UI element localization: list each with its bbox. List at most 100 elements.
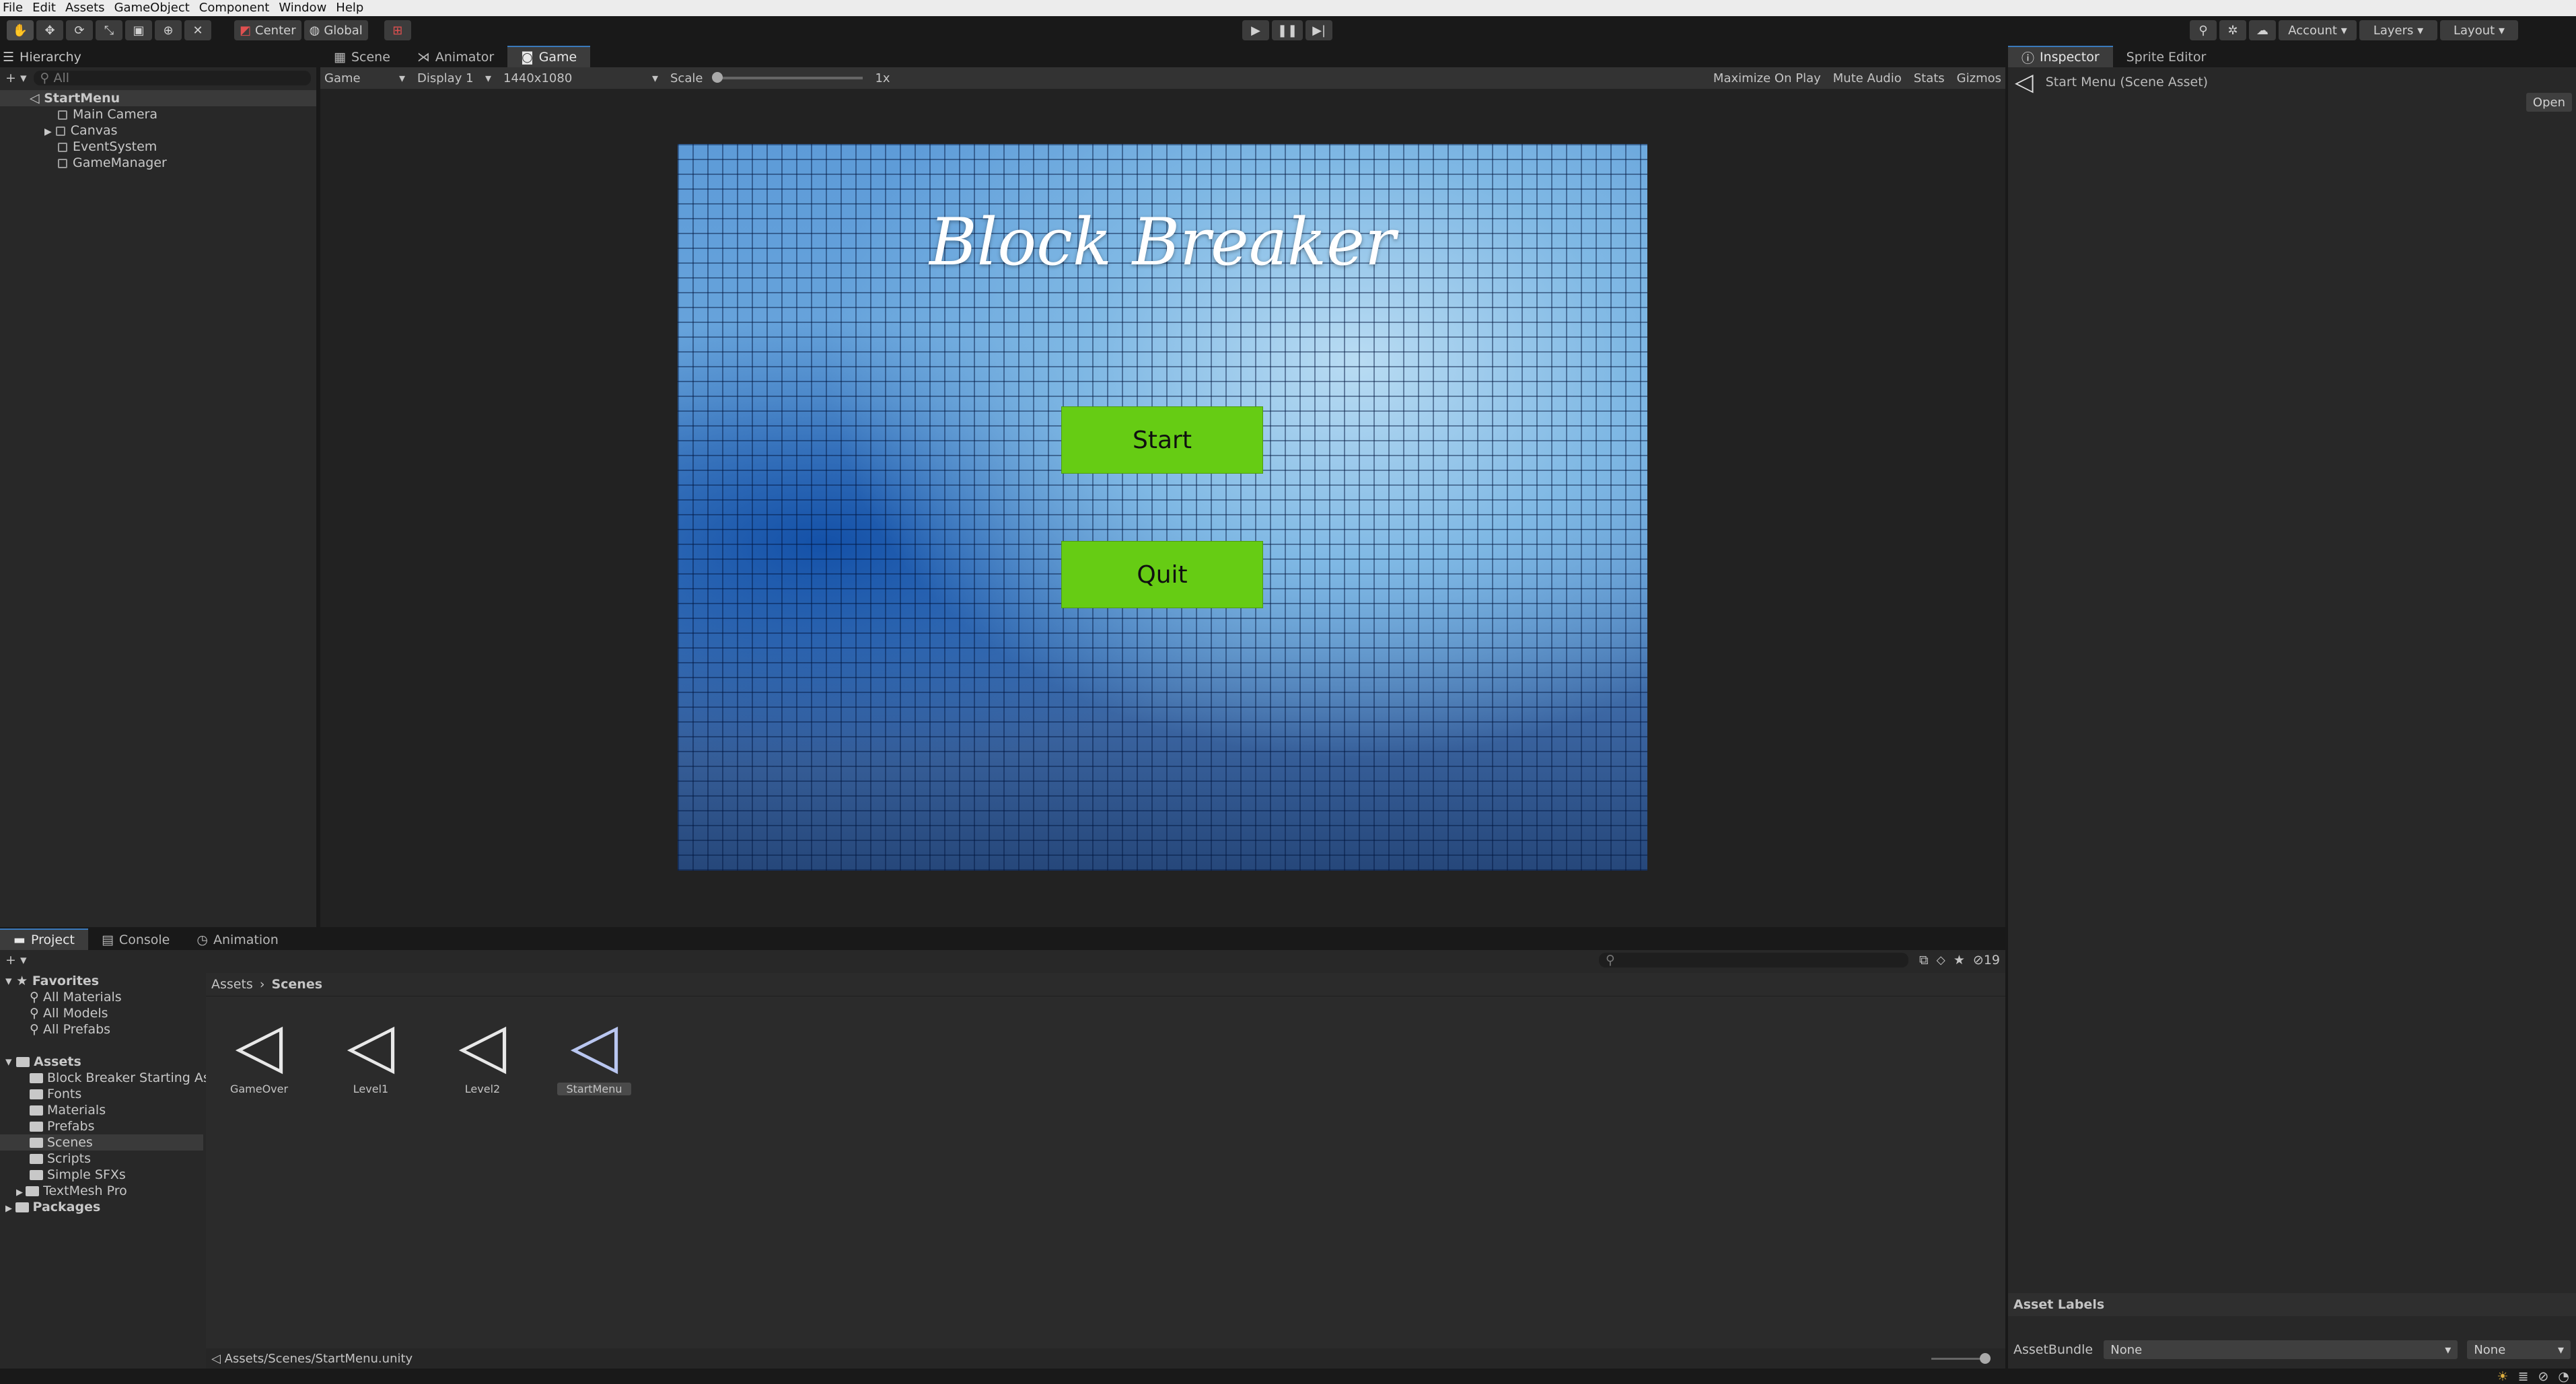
hierarchy-tab[interactable]: Hierarchy bbox=[20, 50, 81, 65]
breadcrumb-root[interactable]: Assets bbox=[211, 977, 253, 992]
favorites-header[interactable]: ▾ ★ Favorites bbox=[0, 973, 203, 989]
tree-gap bbox=[0, 1037, 203, 1054]
display-dropdown[interactable]: Display 1 ▾ bbox=[417, 71, 491, 85]
scene-root-item[interactable]: ◁ StartMenu bbox=[0, 90, 316, 106]
step-button[interactable]: ▶| bbox=[1305, 20, 1333, 40]
quit-button[interactable]: Quit bbox=[1061, 541, 1263, 608]
scale-slider[interactable] bbox=[712, 72, 863, 83]
tab-scene[interactable]: ▦ Scene bbox=[320, 47, 404, 67]
tab-project[interactable]: ▬ Project bbox=[0, 928, 88, 950]
animation-icon: ◷ bbox=[196, 933, 208, 947]
layers-status-icon[interactable]: ≣ bbox=[2518, 1369, 2529, 1384]
folder-item[interactable]: Prefabs bbox=[0, 1118, 203, 1134]
icon-size-slider-thumb[interactable] bbox=[1980, 1352, 1991, 1364]
asset-labels-header[interactable]: Asset Labels bbox=[2008, 1293, 2576, 1316]
tab-game[interactable]: ◙ Game bbox=[507, 46, 591, 67]
rotate-tool-icon[interactable]: ⟳ bbox=[66, 20, 93, 40]
folder-icon bbox=[16, 1057, 30, 1067]
hierarchy-item-canvas[interactable]: ▶ Canvas bbox=[0, 122, 316, 139]
hand-tool-icon[interactable]: ✋ bbox=[7, 20, 34, 40]
project-search-input[interactable]: ⚲ bbox=[1598, 953, 1908, 968]
stats-toggle[interactable]: Stats bbox=[1914, 71, 1945, 85]
variant-dropdown[interactable]: None ▾ bbox=[2467, 1340, 2571, 1359]
grid-snap-icon[interactable]: ⊞ bbox=[384, 20, 411, 40]
cloud-icon[interactable]: ☁ bbox=[2249, 20, 2276, 40]
network-icon[interactable]: ⊘ bbox=[2538, 1369, 2548, 1384]
add-icon[interactable]: + ▾ bbox=[5, 953, 27, 968]
favorite-item[interactable]: ⚲ All Materials bbox=[0, 989, 203, 1005]
folder-item[interactable]: ▶ TextMesh Pro bbox=[0, 1183, 203, 1199]
game-mode-label: Game bbox=[324, 71, 361, 85]
packages-header[interactable]: ▶ Packages bbox=[0, 1199, 203, 1215]
menu-assets[interactable]: Assets bbox=[63, 0, 112, 16]
menu-window[interactable]: Window bbox=[276, 0, 333, 16]
favorite-item[interactable]: ⚲ All Prefabs bbox=[0, 1021, 203, 1037]
scene-asset[interactable]: ◁ Level2 bbox=[445, 1009, 520, 1095]
folder-item[interactable]: Simple SFXs bbox=[0, 1167, 203, 1183]
layout-dropdown[interactable]: Layout ▾ bbox=[2440, 20, 2518, 40]
add-icon[interactable]: + ▾ bbox=[5, 71, 27, 85]
folder-item-selected[interactable]: Scenes bbox=[0, 1134, 203, 1151]
game-mode-dropdown[interactable]: Game ▾ bbox=[324, 71, 405, 85]
filter-type-icon[interactable]: ⧉ bbox=[1919, 953, 1929, 968]
move-tool-icon[interactable]: ✥ bbox=[36, 20, 63, 40]
play-button[interactable]: ▶ bbox=[1242, 20, 1269, 40]
rect-tool-icon[interactable]: ▣ bbox=[125, 20, 152, 40]
maximize-on-play-toggle[interactable]: Maximize On Play bbox=[1713, 71, 1821, 85]
breadcrumb-current[interactable]: Scenes bbox=[271, 977, 322, 992]
hierarchy-panel: ☰ Hierarchy + ▾ ⚲ All ◁ StartMenu Main C… bbox=[0, 47, 316, 927]
lightbulb-icon[interactable]: ☀ bbox=[2497, 1369, 2509, 1384]
menu-help[interactable]: Help bbox=[333, 0, 370, 16]
start-button[interactable]: Start bbox=[1061, 406, 1263, 474]
mute-audio-toggle[interactable]: Mute Audio bbox=[1833, 71, 1902, 85]
tab-sprite-editor[interactable]: Sprite Editor bbox=[2113, 47, 2220, 67]
assets-header[interactable]: ▾ Assets bbox=[0, 1054, 203, 1070]
hierarchy-search-input[interactable]: ⚲ All bbox=[33, 71, 311, 85]
open-button[interactable]: Open bbox=[2526, 93, 2572, 112]
search-icon[interactable]: ⚲ bbox=[2190, 20, 2217, 40]
folder-item[interactable]: Fonts bbox=[0, 1086, 203, 1102]
menu-component[interactable]: Component bbox=[196, 0, 277, 16]
pause-button[interactable]: ❚❚ bbox=[1272, 20, 1303, 40]
custom-tool-icon[interactable]: ✕ bbox=[184, 20, 211, 40]
space-global-button[interactable]: ◍ Global bbox=[303, 20, 368, 40]
unity-logo-icon: ◁ bbox=[458, 1009, 507, 1081]
resolution-dropdown[interactable]: 1440x1080 ▾ bbox=[503, 71, 658, 85]
menu-file[interactable]: File bbox=[0, 0, 30, 16]
inspector-panel: ⓘ Inspector Sprite Editor ◁ Start Menu (S… bbox=[2008, 46, 2576, 1369]
filter-label-icon[interactable]: ⬦ bbox=[1937, 953, 1945, 968]
project-toolbar: + ▾ ⚲ ⧉ ⬦ ★ ⊘19 bbox=[0, 950, 2005, 970]
scene-asset[interactable]: ◁ Level1 bbox=[334, 1009, 408, 1095]
menu-gameobject[interactable]: GameObject bbox=[112, 0, 196, 16]
transform-tool-icon[interactable]: ⊕ bbox=[155, 20, 182, 40]
scene-asset-selected[interactable]: ◁ StartMenu bbox=[557, 1009, 631, 1095]
folder-item[interactable]: Scripts bbox=[0, 1151, 203, 1167]
activity-icon[interactable]: ◔ bbox=[2558, 1369, 2569, 1384]
layers-dropdown[interactable]: Layers ▾ bbox=[2359, 20, 2437, 40]
collab-icon[interactable]: ✲ bbox=[2219, 20, 2246, 40]
assetbundle-dropdown[interactable]: None ▾ bbox=[2104, 1340, 2458, 1359]
scene-asset[interactable]: ◁ GameOver bbox=[222, 1009, 296, 1095]
scale-slider-thumb[interactable] bbox=[712, 72, 723, 83]
tab-console[interactable]: ▤ Console bbox=[88, 930, 183, 950]
tab-animation[interactable]: ◷ Animation bbox=[183, 930, 291, 950]
icon-size-slider[interactable] bbox=[1931, 1352, 1991, 1364]
folder-item[interactable]: Materials bbox=[0, 1102, 203, 1118]
expand-arrow-icon[interactable]: ▶ bbox=[44, 126, 52, 137]
menu-edit[interactable]: Edit bbox=[30, 0, 63, 16]
favorite-item[interactable]: ⚲ All Models bbox=[0, 1005, 203, 1021]
asset-label: Level2 bbox=[464, 1083, 501, 1095]
folder-item[interactable]: Block Breaker Starting Asse bbox=[0, 1070, 224, 1086]
account-dropdown[interactable]: Account ▾ bbox=[2279, 20, 2357, 40]
tab-inspector[interactable]: ⓘ Inspector bbox=[2008, 46, 2113, 67]
expand-arrow-icon[interactable]: ▶ bbox=[16, 1188, 26, 1198]
hierarchy-item-eventsystem[interactable]: EventSystem bbox=[0, 139, 316, 155]
gizmos-dropdown[interactable]: Gizmos bbox=[1957, 71, 2001, 85]
scale-tool-icon[interactable]: ⤡ bbox=[96, 20, 122, 40]
chevron-down-icon: ▾ bbox=[2445, 1342, 2452, 1357]
hierarchy-item-main-camera[interactable]: Main Camera bbox=[0, 106, 316, 122]
hierarchy-item-gamemanager[interactable]: GameManager bbox=[0, 155, 316, 171]
pivot-center-button[interactable]: ◩ Center bbox=[234, 20, 301, 40]
favorite-star-icon[interactable]: ★ bbox=[1954, 953, 1965, 968]
tab-animator[interactable]: ⋊ Animator bbox=[404, 47, 507, 67]
